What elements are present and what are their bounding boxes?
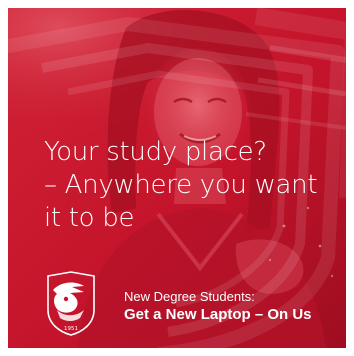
logo-year: 1951 xyxy=(64,326,78,332)
headline-line-3: it to be xyxy=(44,203,135,233)
promo-text: New Degree Students: Get a New Laptop – … xyxy=(124,289,344,324)
promo-subtitle: New Degree Students: xyxy=(124,289,255,304)
promo-title: Get a New Laptop – On Us xyxy=(124,306,312,323)
headline: Your study place? – Anywhere you want it… xyxy=(44,136,344,235)
headline-line-1: Your study place? xyxy=(44,137,267,167)
promo-banner[interactable]: Your study place? – Anywhere you want it… xyxy=(8,8,346,348)
eagle-shield-icon: 1951 xyxy=(47,271,95,336)
headline-line-2: – Anywhere you want xyxy=(44,170,318,200)
